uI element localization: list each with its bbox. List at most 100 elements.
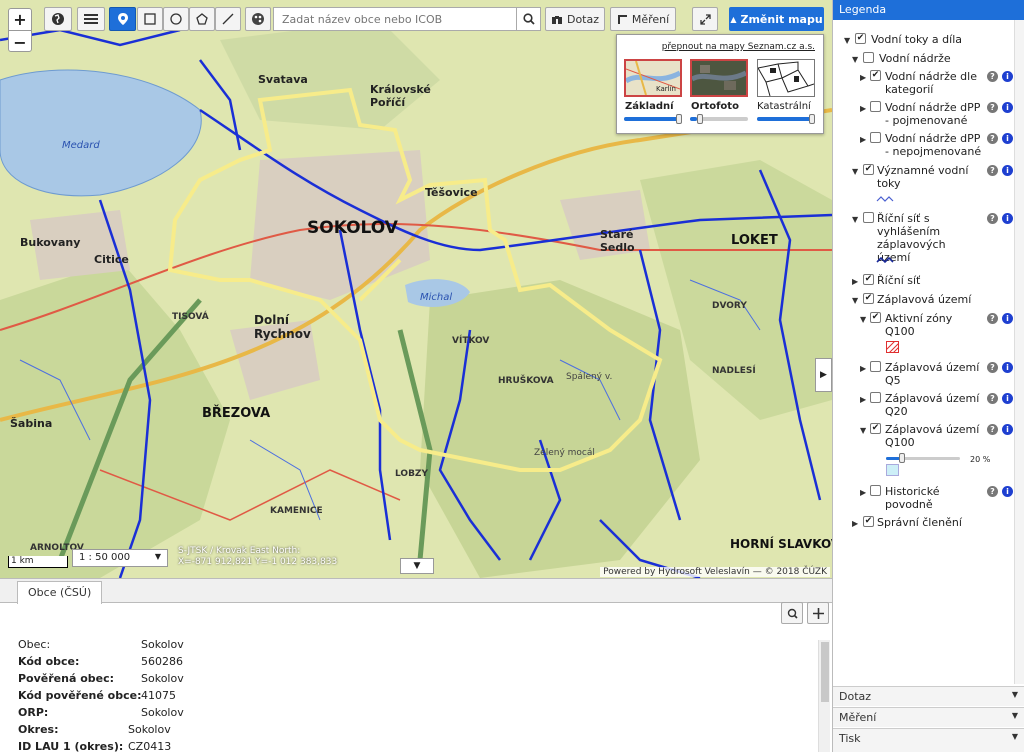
zoom-out-button[interactable]: − xyxy=(9,31,31,53)
expand-ricni-sit[interactable]: ▶ xyxy=(852,277,858,286)
fullscreen-button[interactable] xyxy=(692,7,718,31)
checkbox-aktivni-zony[interactable]: ✔ xyxy=(870,312,881,323)
attr-label-orp: ORP: xyxy=(18,706,49,719)
checkbox-zaplav-q100[interactable]: ✔ xyxy=(870,423,881,434)
tab-obce[interactable]: Obce (ČSÚ) xyxy=(17,581,103,604)
info-icon[interactable]: i xyxy=(1002,424,1013,435)
info-icon[interactable]: i xyxy=(1002,393,1013,404)
help-icon[interactable]: ? xyxy=(987,393,998,404)
help-icon[interactable]: ? xyxy=(987,362,998,373)
scale-select[interactable]: 1 : 50 000 ▼ xyxy=(72,549,168,567)
legend-ricni-sit: Říční síť xyxy=(877,274,921,287)
basemap-thumb-zakladni[interactable]: Karlín xyxy=(624,59,682,97)
expand-nadrze-dpp-poj[interactable]: ▶ xyxy=(860,104,866,113)
expand-ricni-sit-zaplav[interactable]: ▼ xyxy=(852,215,858,224)
expand-historicke[interactable]: ▶ xyxy=(860,488,866,497)
zoom-in-button[interactable]: + xyxy=(9,9,31,31)
help-icon[interactable]: ? xyxy=(987,313,998,324)
change-map-button[interactable]: ▲ Změnit mapu xyxy=(729,7,824,31)
expand-vodni-nadrze[interactable]: ▼ xyxy=(852,55,858,64)
map-label-lobzy: LOBZY xyxy=(395,469,428,479)
opacity-slider-katastralni[interactable] xyxy=(757,114,815,124)
help-icon[interactable]: ? xyxy=(987,71,998,82)
legend-scrollbar[interactable] xyxy=(1014,20,1024,684)
opacity-slider-ortofoto[interactable] xyxy=(690,114,748,124)
info-icon[interactable]: i xyxy=(1002,313,1013,324)
help-icon[interactable]: ? xyxy=(987,102,998,113)
circle-tool-button[interactable] xyxy=(163,7,189,31)
layers-button[interactable] xyxy=(245,7,271,31)
checkbox-nadrze-kategorie[interactable]: ✔ xyxy=(870,70,881,81)
search-input[interactable] xyxy=(273,7,541,31)
basemap-label-katastralni: Katastrální xyxy=(757,101,811,112)
map-label-michal: Michal xyxy=(420,292,453,303)
search-button[interactable] xyxy=(516,7,541,31)
checkbox-spravni[interactable]: ✔ xyxy=(863,516,874,527)
pan-to-button[interactable] xyxy=(807,602,829,624)
basemap-thumb-ortofoto[interactable] xyxy=(690,59,748,97)
help-icon[interactable]: ? xyxy=(987,486,998,497)
map-switcher-panel: přepnout na mapy Seznam.cz a.s. Karlín Z… xyxy=(616,34,824,134)
info-icon[interactable]: i xyxy=(1002,102,1013,113)
mereni-button[interactable]: Měření xyxy=(610,7,676,31)
checkbox-vyznamne-toky[interactable]: ✔ xyxy=(863,164,874,175)
expand-vodni-toky[interactable]: ▼ xyxy=(844,36,850,45)
attr-label-kod-poverene-obce: Kód pověřené obce: xyxy=(18,689,142,702)
checkbox-vodni-nadrze[interactable] xyxy=(863,52,874,63)
zoom-to-button[interactable] xyxy=(781,602,803,624)
accordion-dotaz[interactable]: Dotaz ▼ xyxy=(833,686,1024,706)
accordion-tisk-label: Tisk xyxy=(839,732,861,745)
accordion-tisk[interactable]: Tisk ▼ xyxy=(833,728,1024,752)
map-label-kralovske-porici: Královské Poříčí xyxy=(370,83,431,109)
info-icon[interactable]: i xyxy=(1002,133,1013,144)
dotaz-button[interactable]: Dotaz xyxy=(545,7,605,31)
expand-zaplav-q100[interactable]: ▼ xyxy=(860,426,866,435)
river-flood-symbol-icon xyxy=(876,256,894,264)
expand-nadrze-kategorie[interactable]: ▶ xyxy=(860,73,866,82)
point-tool-button[interactable] xyxy=(109,7,136,31)
help-icon[interactable]: ? xyxy=(987,133,998,144)
checkbox-vodni-toky[interactable]: ✔ xyxy=(855,33,866,44)
chevron-down-icon: ▼ xyxy=(1011,732,1018,741)
rectangle-tool-button[interactable] xyxy=(137,7,163,31)
info-icon[interactable]: i xyxy=(1002,362,1013,373)
opacity-slider-zakladni[interactable] xyxy=(624,114,682,124)
expand-zaplav-q5[interactable]: ▶ xyxy=(860,364,866,373)
help-icon[interactable]: ? xyxy=(987,213,998,224)
globe-button[interactable] xyxy=(44,7,72,31)
checkbox-nadrze-dpp-nepoj[interactable] xyxy=(870,132,881,143)
cadastre-preview-icon xyxy=(757,61,815,97)
expand-zaplavova-uzemi[interactable]: ▼ xyxy=(852,296,858,305)
info-icon[interactable]: i xyxy=(1002,165,1013,176)
map-label-nadlesi: NADLESÍ xyxy=(712,366,756,376)
checkbox-ricni-sit-zaplav[interactable] xyxy=(863,212,874,223)
seznam-switch-link[interactable]: přepnout na mapy Seznam.cz a.s. xyxy=(662,42,815,52)
expand-zaplav-q20[interactable]: ▶ xyxy=(860,395,866,404)
info-scrollbar[interactable] xyxy=(818,640,830,752)
info-icon[interactable]: i xyxy=(1002,486,1013,497)
basemap-thumb-katastralni[interactable] xyxy=(757,59,815,97)
expand-right-button[interactable]: ▶ xyxy=(815,358,832,392)
checkbox-historicke[interactable] xyxy=(870,485,881,496)
checkbox-zaplav-q20[interactable] xyxy=(870,392,881,403)
menu-button[interactable] xyxy=(77,7,105,31)
help-icon[interactable]: ? xyxy=(987,424,998,435)
polygon-tool-button[interactable] xyxy=(189,7,215,31)
map-canvas[interactable]: Svatava Královské Poříčí SOKOLOV Těšovic… xyxy=(0,0,832,578)
expand-nadrze-dpp-nepoj[interactable]: ▶ xyxy=(860,135,866,144)
q100-opacity-slider[interactable] xyxy=(886,453,960,463)
help-icon[interactable]: ? xyxy=(987,165,998,176)
expand-vyznamne-toky[interactable]: ▼ xyxy=(852,167,858,176)
line-tool-button[interactable] xyxy=(215,7,241,31)
info-icon[interactable]: i xyxy=(1002,71,1013,82)
checkbox-zaplav-q5[interactable] xyxy=(870,361,881,372)
map-label-medard: Medard xyxy=(62,140,100,151)
expand-aktivni-zony[interactable]: ▼ xyxy=(860,315,866,324)
checkbox-nadrze-dpp-poj[interactable] xyxy=(870,101,881,112)
info-icon[interactable]: i xyxy=(1002,213,1013,224)
checkbox-zaplavova-uzemi[interactable]: ✔ xyxy=(863,293,874,304)
expand-bottom-button[interactable]: ▼ xyxy=(400,558,434,574)
accordion-mereni[interactable]: Měření ▼ xyxy=(833,707,1024,727)
expand-spravni[interactable]: ▶ xyxy=(852,519,858,528)
checkbox-ricni-sit[interactable]: ✔ xyxy=(863,274,874,285)
